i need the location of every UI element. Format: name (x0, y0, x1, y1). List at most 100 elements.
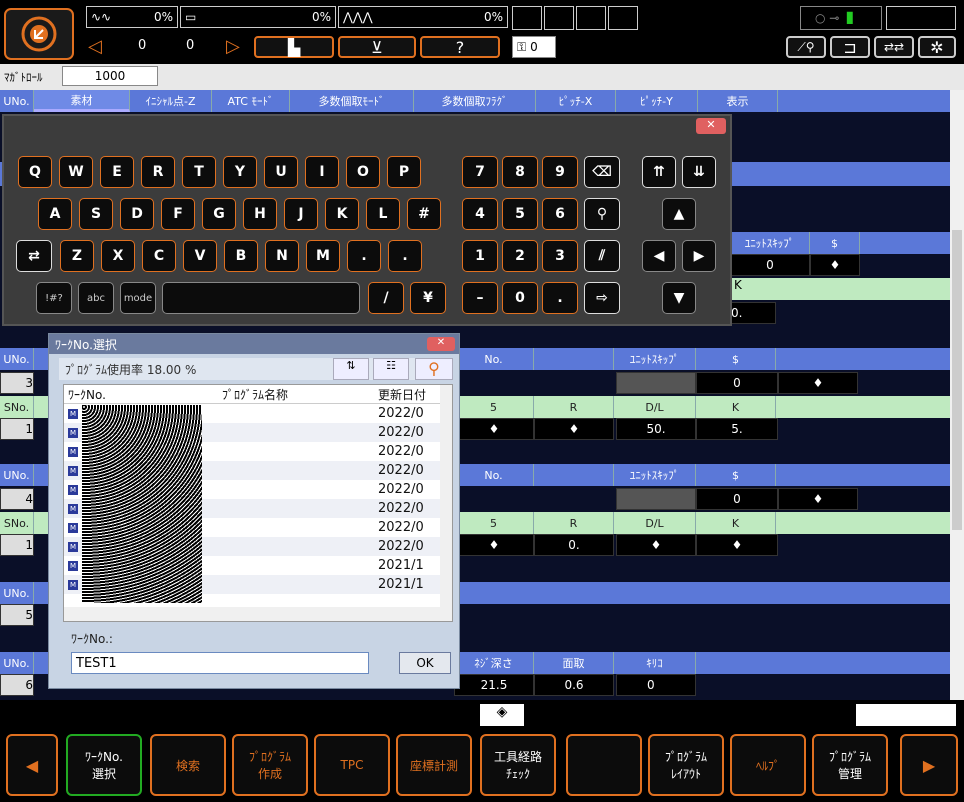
dialog-close-button[interactable]: ✕ (427, 337, 455, 351)
location-key[interactable]: ⚲ (584, 198, 620, 230)
fkey-9[interactable]: ﾌﾟﾛｸﾞﾗﾑ 管理 (812, 734, 888, 796)
slash-key[interactable]: / (368, 282, 404, 314)
key-j[interactable]: J (284, 198, 318, 230)
key-k[interactable]: K (325, 198, 359, 230)
key-i[interactable]: I (305, 156, 339, 188)
sort-icon: ⇄⇄ (883, 40, 905, 54)
key-num-9[interactable]: 9 (542, 156, 578, 188)
m-file-icon: M (68, 484, 78, 495)
list-scrollbar[interactable] (440, 385, 452, 607)
m-file-icon: M (68, 579, 78, 590)
minus-key[interactable]: – (462, 282, 498, 314)
abc-key[interactable]: abc (78, 282, 114, 314)
key-b[interactable]: B (224, 240, 258, 272)
symbol-key[interactable]: !#? (36, 282, 72, 314)
tool-count-icon: ⚿ (517, 39, 527, 54)
fkey-1[interactable]: 検索 (150, 734, 226, 796)
key-dot-8[interactable]: . (388, 240, 422, 272)
key-g[interactable]: G (202, 198, 236, 230)
up-up-key[interactable]: ⇈ (642, 156, 676, 188)
enter-key[interactable]: ⇨ (584, 282, 620, 314)
key-num-5[interactable]: 5 (502, 198, 538, 230)
key-d[interactable]: D (120, 198, 154, 230)
key-c[interactable]: C (142, 240, 176, 272)
fkey-prev[interactable]: ◀ (6, 734, 58, 796)
key-num-3[interactable]: 3 (542, 240, 578, 272)
key-v[interactable]: V (183, 240, 217, 272)
key-e[interactable]: E (100, 156, 134, 188)
sort-button[interactable]: ⇄⇄ (874, 36, 914, 58)
prev-arrow-icon[interactable]: ◁ (88, 36, 102, 57)
key-w[interactable]: W (59, 156, 93, 188)
key-s[interactable]: S (79, 198, 113, 230)
next-arrow-icon[interactable]: ▷ (226, 36, 240, 57)
sort-az-button[interactable]: ⇅ (333, 358, 369, 380)
key-num-6[interactable]: 6 (542, 198, 578, 230)
key-y[interactable]: Y (223, 156, 257, 188)
keyboard-close-button[interactable]: ✕ (696, 118, 726, 134)
mode-key[interactable]: mode (120, 282, 156, 314)
key-f[interactable]: F (161, 198, 195, 230)
key-q[interactable]: Q (18, 156, 52, 188)
file-button[interactable]: ▙ (254, 36, 334, 58)
key-t[interactable]: T (182, 156, 216, 188)
home-logo-button[interactable] (4, 8, 74, 60)
zero-key[interactable]: 0 (502, 282, 538, 314)
key-u[interactable]: U (264, 156, 298, 188)
settings-button[interactable]: ✲ (918, 36, 956, 58)
fkey-7[interactable]: ﾌﾟﾛｸﾞﾗﾑ ﾚｲｱｳﾄ (648, 734, 724, 796)
space-key[interactable] (162, 282, 360, 314)
list-view-button[interactable]: ☷ (373, 358, 409, 380)
key-p[interactable]: P (387, 156, 421, 188)
key-num-4[interactable]: 4 (462, 198, 498, 230)
fkey-0[interactable]: ﾜｰｸNo. 選択 (66, 734, 142, 796)
help-button[interactable]: ? (420, 36, 500, 58)
wrench-button[interactable]: ⊐ (830, 36, 870, 58)
key-h[interactable]: H (243, 198, 277, 230)
list-hscrollbar[interactable] (64, 607, 452, 621)
key-hash[interactable]: # (407, 198, 441, 230)
right-arrow-key[interactable]: ▶ (682, 240, 716, 272)
fkey-3[interactable]: TPC (314, 734, 390, 796)
fkey-8[interactable]: ﾍﾙﾌﾟ (730, 734, 806, 796)
down-down-key[interactable]: ⇊ (682, 156, 716, 188)
key-num-1[interactable]: 1 (462, 240, 498, 272)
m-file-icon: M (68, 541, 78, 552)
key-r[interactable]: R (141, 156, 175, 188)
zigzag-icon: ⋀⋀⋀ (343, 10, 373, 24)
up-arrow-key[interactable]: ▲ (662, 198, 696, 230)
key-num-7[interactable]: 7 (462, 156, 498, 188)
location-tool-button[interactable]: ⟋⚲ (786, 36, 826, 58)
pin-button[interactable]: ⚲ (415, 358, 453, 380)
fkey-2[interactable]: ﾌﾟﾛｸﾞﾗﾑ 作成 (232, 734, 308, 796)
key-o[interactable]: O (346, 156, 380, 188)
fkey-4[interactable]: 座標計測 (396, 734, 472, 796)
table-scrollbar[interactable] (950, 90, 964, 700)
fkey-next[interactable]: ▶ (900, 734, 958, 796)
work-list: ﾜｰｸNo. ﾌﾟﾛｸﾞﾗﾑ名称 更新日付 M 2022/0 M 2022/0 M 2022/… (63, 384, 453, 622)
key-m[interactable]: M (306, 240, 340, 272)
key-x[interactable]: X (101, 240, 135, 272)
fkey-5[interactable]: 工具経路 ﾁｪｯｸ (480, 734, 556, 796)
switch-key[interactable]: ⇄ (16, 240, 52, 272)
fkey-6[interactable] (566, 734, 642, 796)
dot-key[interactable]: . (542, 282, 578, 314)
key-z[interactable]: Z (60, 240, 94, 272)
tool-count: ⚿ 0 (512, 36, 556, 58)
key-l[interactable]: L (366, 198, 400, 230)
hatch-key[interactable]: ⫽ (584, 240, 620, 272)
center-icon[interactable]: ◈ (480, 704, 524, 726)
key-dot-7[interactable]: . (347, 240, 381, 272)
key-a[interactable]: A (38, 198, 72, 230)
key-num-2[interactable]: 2 (502, 240, 538, 272)
key-num-8[interactable]: 8 (502, 156, 538, 188)
down-arrow-key[interactable]: ▼ (662, 282, 696, 314)
key-n[interactable]: N (265, 240, 299, 272)
left-arrow-key[interactable]: ◀ (642, 240, 676, 272)
tool-button[interactable]: ⊻ (338, 36, 416, 58)
backspace-key[interactable]: ⌫ (584, 156, 620, 188)
yen-key[interactable]: ¥ (410, 282, 446, 314)
work-no-input[interactable]: TEST1 (71, 652, 369, 674)
ok-button[interactable]: OK (399, 652, 451, 674)
magazine-bar: ﾏｶﾞﾄﾛｰﾙ 1000 (0, 64, 964, 90)
